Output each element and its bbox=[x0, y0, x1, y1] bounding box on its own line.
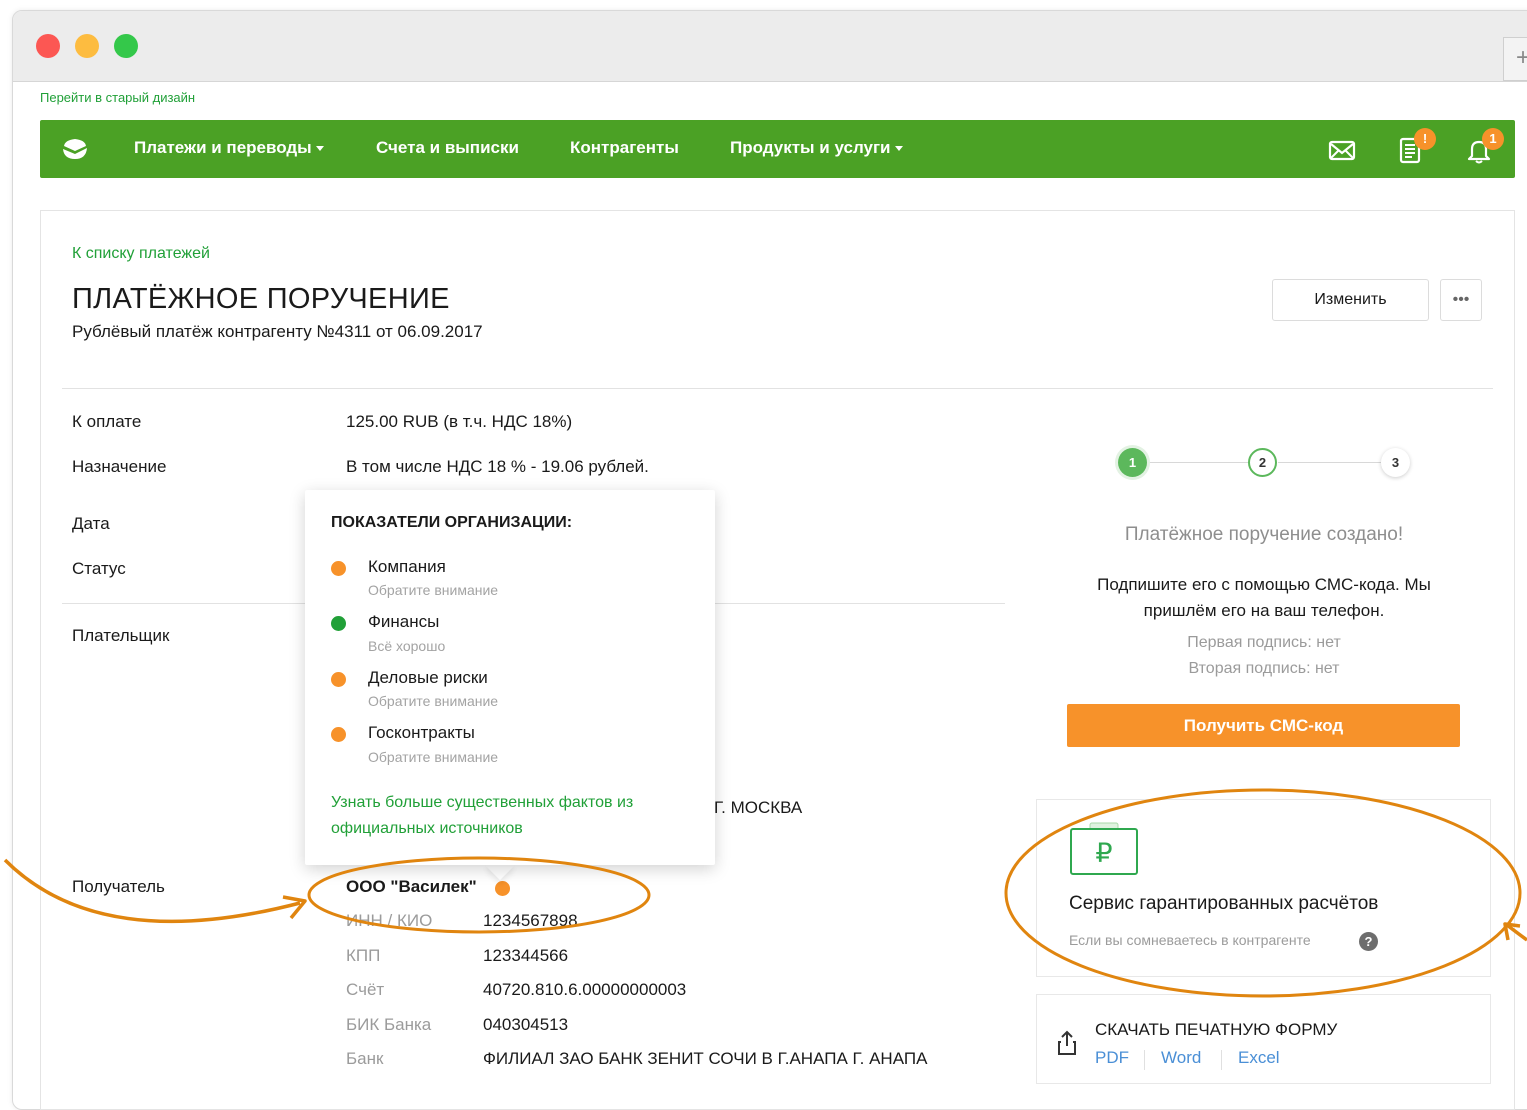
indicator-finance: Финансы bbox=[368, 612, 440, 631]
download-pdf-link[interactable]: PDF bbox=[1095, 1048, 1129, 1068]
nav-accounts[interactable]: Счета и выписки bbox=[376, 138, 519, 158]
maximize-window-button[interactable] bbox=[114, 34, 138, 58]
bank-label: Банк bbox=[346, 1049, 384, 1068]
guarantee-service-hint: Если вы сомневаетесь в контрагенте bbox=[1069, 932, 1311, 948]
inn-label: ИНН / КИО bbox=[346, 911, 433, 930]
nav-counterparties[interactable]: Контрагенты bbox=[570, 138, 679, 158]
indicator-business-risks: Деловые риски bbox=[368, 668, 488, 687]
guarantee-service-title[interactable]: Сервис гарантированных расчётов bbox=[1069, 893, 1378, 915]
purpose-value: В том числе НДС 18 % - 19.06 рублей. bbox=[346, 457, 649, 476]
step-1: 1 bbox=[1118, 448, 1147, 477]
payer-label: Плательщик bbox=[72, 626, 170, 645]
more-facts-link[interactable]: Узнать больше существенных фактов из офи… bbox=[331, 790, 701, 842]
mail-icon[interactable] bbox=[1327, 136, 1357, 164]
step-3: 3 bbox=[1381, 448, 1410, 477]
popup-title: ПОКАЗАТЕЛИ ОРГАНИЗАЦИИ: bbox=[331, 514, 573, 531]
bank-value: ФИЛИАЛ ЗАО БАНК ЗЕНИТ СОЧИ В Г.АНАПА Г. … bbox=[483, 1049, 928, 1068]
share-upload-icon bbox=[1058, 1030, 1076, 1055]
get-sms-code-button[interactable]: Получить СМС-код bbox=[1067, 704, 1460, 747]
status-label: Статус bbox=[72, 559, 126, 578]
kpp-value: 123344566 bbox=[483, 946, 569, 965]
page-subtitle: Рублёвый платёж контрагенту №4311 от 06.… bbox=[72, 322, 483, 341]
kpp-label: КПП bbox=[346, 946, 381, 965]
first-signature-status: Первая подпись: нет bbox=[1187, 634, 1341, 651]
sign-status-title: Платёжное поручение создано! bbox=[1124, 524, 1404, 545]
download-title: СКАЧАТЬ ПЕЧАТНУЮ ФОРМУ bbox=[1095, 1020, 1338, 1039]
step-connector bbox=[1147, 462, 1248, 463]
organization-indicators-popup: ПОКАЗАТЕЛИ ОРГАНИЗАЦИИ: Компания Обратит… bbox=[305, 490, 715, 865]
format-separator bbox=[1221, 1050, 1222, 1070]
help-icon[interactable]: ? bbox=[1359, 932, 1378, 951]
company-status-dot bbox=[331, 561, 346, 576]
documents-badge: ! bbox=[1414, 128, 1436, 150]
date-label: Дата bbox=[72, 514, 110, 533]
account-label: Счёт bbox=[346, 980, 385, 999]
nav-products[interactable]: Продукты и услуги bbox=[730, 138, 903, 158]
second-signature-status: Вторая подпись: нет bbox=[1188, 660, 1340, 677]
ruble-briefcase-icon: ₽ bbox=[1070, 822, 1138, 875]
edit-button[interactable]: Изменить bbox=[1272, 279, 1429, 321]
bik-value: 040304513 bbox=[483, 1015, 569, 1034]
back-to-payments-link[interactable]: К списку платежей bbox=[72, 245, 210, 263]
notifications-badge: 1 bbox=[1482, 128, 1504, 150]
payer-city: Г. МОСКВА bbox=[714, 798, 803, 817]
indicator-company-status: Обратите внимание bbox=[368, 582, 499, 598]
indicator-gov-contracts-status: Обратите внимание bbox=[368, 749, 499, 765]
indicator-gov-contracts: Госконтракты bbox=[368, 723, 475, 742]
main-navbar: Платежи и переводы Счета и выписки Контр… bbox=[40, 120, 1515, 178]
recipient-name[interactable]: ООО "Василек" bbox=[346, 877, 477, 897]
inn-value: 1234567898 bbox=[483, 911, 578, 930]
signing-steps: 1 2 3 bbox=[1118, 448, 1412, 478]
recipient-status-indicator[interactable] bbox=[495, 881, 510, 896]
amount-label: К оплате bbox=[72, 412, 142, 431]
recipient-label: Получатель bbox=[72, 877, 165, 896]
svg-text:₽: ₽ bbox=[1095, 838, 1112, 869]
step-2: 2 bbox=[1248, 448, 1277, 477]
page-title: ПЛАТЁЖНОЕ ПОРУЧЕНИЕ bbox=[72, 283, 450, 315]
header-divider bbox=[62, 388, 1493, 389]
browser-titlebar: + bbox=[13, 11, 1527, 82]
download-excel-link[interactable]: Excel bbox=[1238, 1048, 1280, 1068]
finance-status-dot bbox=[331, 616, 346, 631]
amount-value: 125.00 RUB (в т.ч. НДС 18%) bbox=[346, 412, 573, 431]
indicator-company: Компания bbox=[368, 557, 446, 576]
purpose-label: Назначение bbox=[72, 457, 167, 476]
more-actions-button[interactable]: ••• bbox=[1440, 279, 1482, 321]
sberbank-logo-icon[interactable] bbox=[62, 137, 88, 161]
nav-payments[interactable]: Платежи и переводы bbox=[134, 138, 324, 158]
step-connector bbox=[1278, 462, 1381, 463]
old-design-link[interactable]: Перейти в старый дизайн bbox=[40, 90, 195, 105]
risks-status-dot bbox=[331, 672, 346, 687]
indicator-business-risks-status: Обратите внимание bbox=[368, 693, 499, 709]
chevron-down-icon bbox=[315, 146, 324, 152]
indicator-finance-status: Всё хорошо bbox=[368, 638, 446, 654]
close-window-button[interactable] bbox=[36, 34, 60, 58]
download-word-link[interactable]: Word bbox=[1161, 1048, 1201, 1068]
minimize-window-button[interactable] bbox=[75, 34, 99, 58]
bik-label: БИК Банка bbox=[346, 1015, 432, 1034]
chevron-down-icon bbox=[894, 146, 903, 152]
new-tab-button[interactable]: + bbox=[1503, 37, 1527, 81]
account-value: 40720.810.6.00000000003 bbox=[483, 980, 687, 999]
format-separator bbox=[1144, 1050, 1145, 1070]
contracts-status-dot bbox=[331, 727, 346, 742]
sign-instructions: Подпишите его с помощью СМС-кода. Мы при… bbox=[1097, 575, 1431, 620]
